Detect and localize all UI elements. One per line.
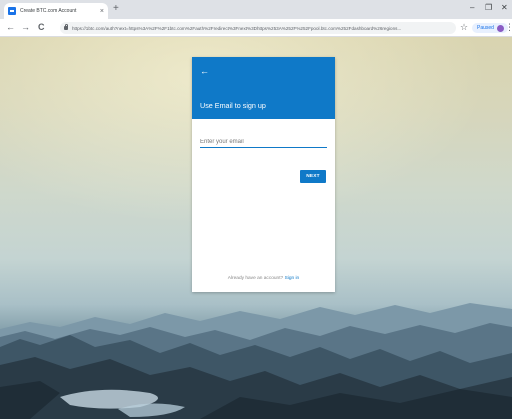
next-button[interactable]: NEXT (300, 170, 326, 183)
new-tab-button[interactable]: + (113, 4, 119, 14)
url-text: https://1btc.com/auth?next=https%3A%2F%2… (72, 25, 402, 31)
address-bar[interactable]: https://1btc.com/auth?next=https%3A%2F%2… (60, 22, 456, 34)
btc-favicon-icon (8, 7, 16, 15)
back-icon[interactable]: ← (6, 22, 15, 33)
signin-prompt: Already have an account? Sign in (192, 276, 335, 281)
signin-prompt-text: Already have an account? (227, 276, 284, 281)
profile-button[interactable]: Paused (472, 23, 508, 33)
browser-tab[interactable]: Create BTC.com Account × (4, 3, 108, 19)
tab-strip: Create BTC.com Account × + – ❐ ✕ (0, 0, 512, 19)
browser-toolbar: ← → C https://1btc.com/auth?next=https%3… (0, 19, 512, 37)
minimize-button[interactable]: – (470, 3, 474, 13)
restore-button[interactable]: ❐ (485, 3, 492, 13)
reload-icon[interactable]: C (38, 22, 45, 33)
close-tab-icon[interactable]: × (100, 8, 104, 15)
signup-title: Use Email to sign up (200, 101, 266, 110)
back-arrow-icon[interactable]: ← (200, 66, 209, 76)
lock-icon (64, 24, 68, 30)
signup-card-header: ← Use Email to sign up (192, 57, 335, 119)
page-background: ← Use Email to sign up NEXT Already have… (0, 37, 512, 419)
close-window-button[interactable]: ✕ (501, 3, 508, 13)
forward-icon[interactable]: → (21, 22, 30, 33)
menu-icon[interactable]: ⋮ (505, 22, 512, 33)
email-field[interactable] (200, 137, 327, 148)
tab-title: Create BTC.com Account (20, 8, 77, 14)
profile-status-label: Paused (477, 25, 494, 31)
signup-card: ← Use Email to sign up NEXT Already have… (192, 57, 335, 292)
bookmark-star-icon[interactable]: ☆ (460, 22, 468, 33)
signin-link[interactable]: Sign in (285, 276, 300, 281)
avatar (496, 24, 504, 32)
